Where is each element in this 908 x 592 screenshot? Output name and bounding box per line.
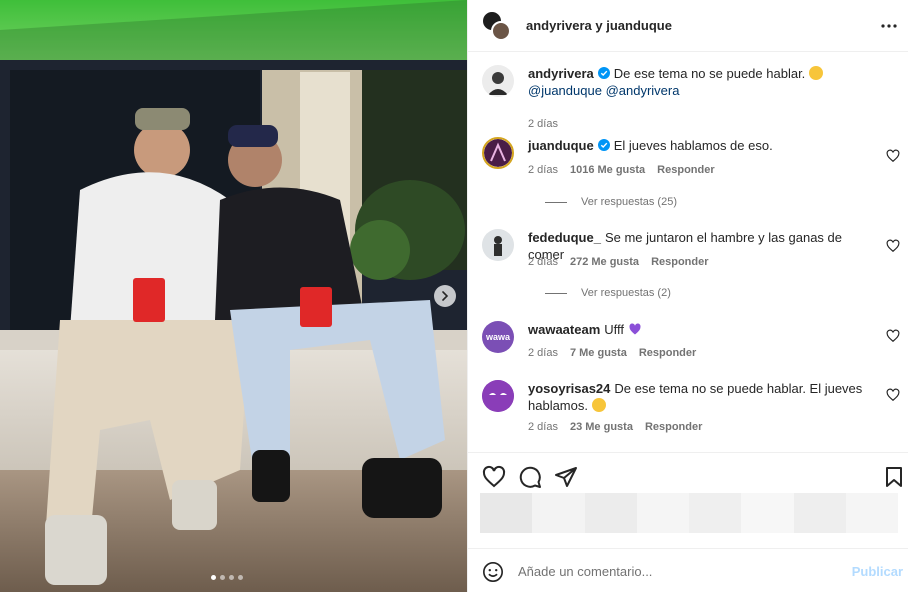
caption-meta: 2 días [528,118,558,130]
comment-body: El jueves hablamos de eso. [613,138,773,153]
verified-badge-icon [597,139,610,151]
heart-icon[interactable] [886,149,900,163]
avatar-image [482,65,514,97]
comment-item: fededuque_ Se me juntaron el hambre y las… [482,229,902,309]
divider [545,201,567,203]
photo-image [0,0,467,592]
comment-icon[interactable] [518,465,542,489]
comment-meta: 2 días 272 Me gusta Responder [528,256,709,268]
avatar-image [484,139,512,167]
comment-username[interactable]: yosoyrisas24 [528,381,610,396]
divider [545,292,567,294]
avatar[interactable] [482,65,514,97]
save-bookmark-icon[interactable] [882,465,906,489]
publish-button[interactable]: Publicar [852,564,903,579]
reply-button[interactable]: Responder [645,421,702,433]
avatar-image [482,229,514,261]
comment-text: juanduque El jueves hablamos de eso. [528,137,868,154]
caption-text: andyrivera De ese tema no se puede hablar… [528,65,868,99]
avatar[interactable] [482,229,514,261]
avatar[interactable] [482,380,514,412]
caption-body: De ese tema no se puede hablar. [613,66,806,81]
comment-username[interactable]: wawaateam [528,322,600,337]
comment-body: Ufff [604,322,625,337]
caption: andyrivera De ese tema no se puede hablar… [482,65,902,130]
view-replies-button[interactable]: Ver respuestas (25) [545,196,677,208]
reply-button[interactable]: Responder [639,347,696,359]
timestamp[interactable]: 2 días [528,421,558,433]
carousel-dot [220,575,225,580]
comment-item: juanduque El jueves hablamos de eso. 2 dí… [482,137,902,217]
comment-input[interactable] [518,561,838,581]
mention-link[interactable]: @andyrivera [606,83,680,98]
blurred-likes-row [480,493,898,533]
comment-meta: 2 días 23 Me gusta Responder [528,421,702,433]
comment-username[interactable]: fededuque_ [528,230,601,245]
emoji-picker-icon[interactable] [482,561,504,583]
emoji-icon [808,66,823,80]
carousel-dot [229,575,234,580]
collab-avatars[interactable] [482,10,512,41]
like-heart-icon[interactable] [482,465,506,489]
purple-heart-icon [629,323,641,335]
comment-item: yosoyrisas24 De ese tema no se puede habl… [482,380,902,440]
heart-icon[interactable] [886,239,900,253]
more-options-button[interactable] [877,14,901,38]
carousel-dot [238,575,243,580]
mention-link[interactable]: @juanduque [528,83,602,98]
wawa-logo-text: wawa [485,332,510,342]
reply-button[interactable]: Responder [651,256,708,268]
avatar[interactable]: wawa [482,321,514,353]
avatar [491,20,511,41]
post-photo[interactable] [0,0,467,592]
timestamp[interactable]: 2 días [528,164,558,176]
comment-meta: 2 días 1016 Me gusta Responder [528,164,715,176]
view-replies-button[interactable]: Ver respuestas (2) [545,287,671,299]
share-icon[interactable] [554,465,578,489]
post-side-panel: andyrivera y juanduque andyrivera De ese … [467,0,908,592]
comment-text: wawaateam Ufff [528,321,868,338]
avatar-image [482,380,514,412]
carousel-dots [211,575,243,580]
view-replies-label: Ver respuestas (25) [581,196,677,208]
comments-list[interactable]: andyrivera De ese tema no se puede hablar… [468,53,908,450]
carousel-next-button[interactable] [434,285,456,307]
avatar[interactable] [482,137,514,169]
timestamp[interactable]: 2 días [528,256,558,268]
likes-count[interactable]: 7 Me gusta [570,347,627,359]
carousel-dot [211,575,216,580]
comment-body: De ese tema no se puede hablar. El jueve… [614,381,863,396]
likes-count[interactable]: 23 Me gusta [570,421,633,433]
heart-icon[interactable] [886,329,900,343]
chevron-right-icon [442,291,449,301]
comment-item: wawa wawaateam Ufff 2 días 7 Me gusta Res… [482,321,902,361]
comment-composer: Publicar [468,548,908,592]
timestamp[interactable]: 2 días [528,118,558,130]
post-header: andyrivera y juanduque [468,0,908,52]
action-bar [468,452,908,548]
caption-username[interactable]: andyrivera [528,66,594,81]
comment-body: hablamos. [528,398,588,413]
verified-badge-icon [597,67,610,79]
reply-button[interactable]: Responder [657,164,714,176]
comment-meta: 2 días 7 Me gusta Responder [528,347,696,359]
heart-icon[interactable] [886,388,900,402]
timestamp[interactable]: 2 días [528,347,558,359]
post-authors[interactable]: andyrivera y juanduque [526,18,672,33]
emoji-icon [591,398,606,412]
likes-count[interactable]: 272 Me gusta [570,256,639,268]
likes-count[interactable]: 1016 Me gusta [570,164,645,176]
comment-text: yosoyrisas24 De ese tema no se puede habl… [528,380,868,414]
more-horizontal-icon [881,24,897,28]
comment-username[interactable]: juanduque [528,138,594,153]
view-replies-label: Ver respuestas (2) [581,287,671,299]
